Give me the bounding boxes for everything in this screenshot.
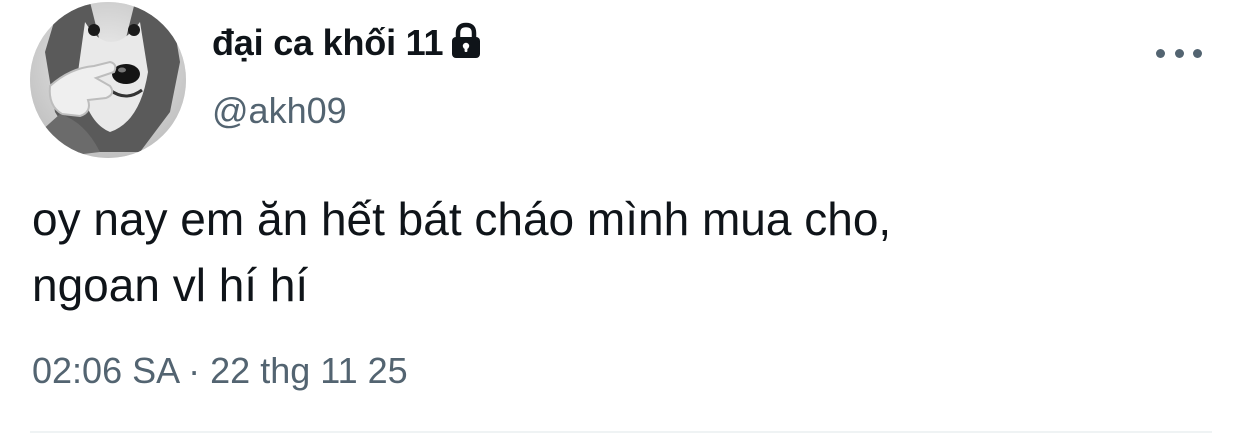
avatar[interactable]	[30, 2, 186, 158]
husky-dog-pointing-avatar	[30, 2, 186, 158]
more-horizontal-icon-dot	[1193, 48, 1202, 58]
lock-icon	[449, 22, 483, 60]
more-horizontal-icon-dot	[1174, 48, 1184, 58]
user-handle[interactable]: @akh09	[212, 90, 347, 132]
tweet-timestamp[interactable]: 02:06 SA · 22 thg 11 25	[32, 350, 408, 392]
tweet-text: oy nay em ăn hết bát cháo mình mua cho, …	[32, 193, 892, 311]
display-name[interactable]: đại ca khối 11	[212, 22, 444, 64]
display-name-row[interactable]: đại ca khối 11	[212, 22, 483, 64]
more-options-button[interactable]	[1156, 38, 1202, 68]
more-horizontal-icon	[1156, 48, 1165, 58]
divider	[30, 431, 1212, 433]
tweet-date[interactable]: 22 thg 11 25	[210, 350, 408, 391]
timestamp-separator: ·	[188, 350, 211, 391]
tweet-time[interactable]: 02:06 SA	[32, 350, 178, 391]
